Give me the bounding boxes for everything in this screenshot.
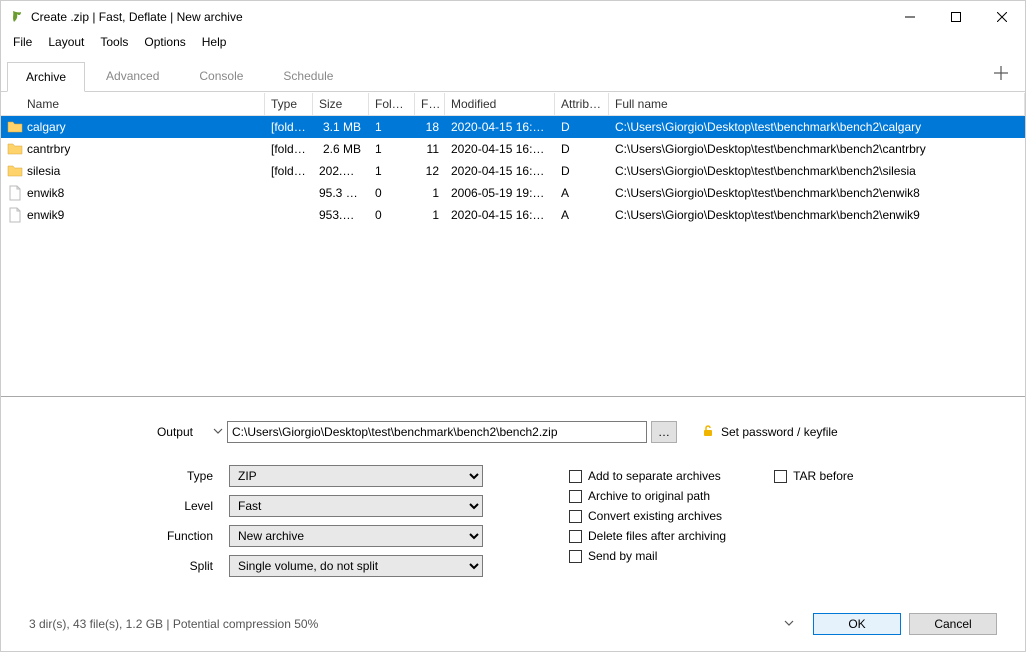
ok-dropdown-icon[interactable] — [779, 617, 799, 631]
col-full[interactable]: Full name — [609, 93, 1025, 115]
maximize-button[interactable] — [933, 1, 979, 32]
function-label: Function — [19, 529, 229, 543]
output-path-input[interactable] — [227, 421, 647, 443]
add-tab-button[interactable] — [983, 60, 1019, 91]
col-modified[interactable]: Modified — [445, 93, 555, 115]
file-icon — [7, 207, 23, 223]
folder-icon — [7, 163, 23, 179]
bottom-bar: 3 dir(s), 43 file(s), 1.2 GB | Potential… — [19, 607, 1007, 641]
level-label: Level — [19, 499, 229, 513]
menubar: FileLayoutToolsOptionsHelp — [1, 32, 1025, 52]
browse-button[interactable]: … — [651, 421, 677, 443]
tab-schedule[interactable]: Schedule — [264, 61, 352, 91]
tab-console[interactable]: Console — [180, 61, 262, 91]
tab-archive[interactable]: Archive — [7, 62, 85, 92]
tab-advanced[interactable]: Advanced — [87, 61, 178, 91]
menu-help[interactable]: Help — [194, 33, 235, 51]
tabstrip: ArchiveAdvancedConsoleSchedule — [1, 52, 1025, 92]
type-select[interactable]: ZIP — [229, 465, 483, 487]
status-text: 3 dir(s), 43 file(s), 1.2 GB | Potential… — [29, 617, 318, 631]
ok-button[interactable]: OK — [813, 613, 901, 635]
menu-file[interactable]: File — [5, 33, 40, 51]
check-convert[interactable]: Convert existing archives — [569, 509, 726, 523]
table-row[interactable]: calgary[folder]3.1 MB1182020-04-15 16:52… — [1, 116, 1025, 138]
folder-icon — [7, 141, 23, 157]
titlebar: Create .zip | Fast, Deflate | New archiv… — [1, 1, 1025, 32]
close-button[interactable] — [979, 1, 1025, 32]
file-table: Name Type Size Folders Files Modified At… — [1, 92, 1025, 397]
menu-options[interactable]: Options — [136, 33, 193, 51]
options-form: Output … Set password / keyfile Type ZIP… — [1, 397, 1025, 651]
split-select[interactable]: Single volume, do not split — [229, 555, 483, 577]
function-select[interactable]: New archive — [229, 525, 483, 547]
set-password-label: Set password / keyfile — [721, 425, 838, 439]
check-add-separate[interactable]: Add to separate archives — [569, 469, 726, 483]
table-row[interactable]: enwik9953.6 MB012020-04-15 16:52:22AC:\U… — [1, 204, 1025, 226]
lock-icon — [701, 424, 715, 441]
menu-layout[interactable]: Layout — [40, 33, 92, 51]
col-name[interactable]: Name — [1, 93, 265, 115]
file-icon — [7, 185, 23, 201]
check-tar[interactable]: TAR before — [774, 469, 853, 483]
split-label: Split — [19, 559, 229, 573]
col-attr[interactable]: Attributes — [555, 93, 609, 115]
output-label: Output — [19, 425, 209, 439]
check-delete[interactable]: Delete files after archiving — [569, 529, 726, 543]
table-body: calgary[folder]3.1 MB1182020-04-15 16:52… — [1, 116, 1025, 396]
window-title: Create .zip | Fast, Deflate | New archiv… — [31, 10, 887, 24]
table-header: Name Type Size Folders Files Modified At… — [1, 92, 1025, 116]
check-archive-orig[interactable]: Archive to original path — [569, 489, 726, 503]
app-icon — [9, 9, 25, 25]
folder-icon — [7, 119, 23, 135]
table-row[interactable]: cantrbry[folder]2.6 MB1112020-04-15 16:5… — [1, 138, 1025, 160]
table-row[interactable]: silesia[folder]202.1 MB1122020-04-15 16:… — [1, 160, 1025, 182]
cancel-button[interactable]: Cancel — [909, 613, 997, 635]
col-type[interactable]: Type — [265, 93, 313, 115]
menu-tools[interactable]: Tools — [92, 33, 136, 51]
minimize-button[interactable] — [887, 1, 933, 32]
col-folders[interactable]: Folders — [369, 93, 415, 115]
type-label: Type — [19, 469, 229, 483]
table-row[interactable]: enwik895.3 MB012006-05-19 19:51:12AC:\Us… — [1, 182, 1025, 204]
output-expand-icon[interactable] — [209, 425, 227, 439]
level-select[interactable]: Fast — [229, 495, 483, 517]
col-files[interactable]: Files — [415, 93, 445, 115]
col-size[interactable]: Size — [313, 93, 369, 115]
check-mail[interactable]: Send by mail — [569, 549, 726, 563]
set-password-link[interactable]: Set password / keyfile — [701, 424, 838, 441]
